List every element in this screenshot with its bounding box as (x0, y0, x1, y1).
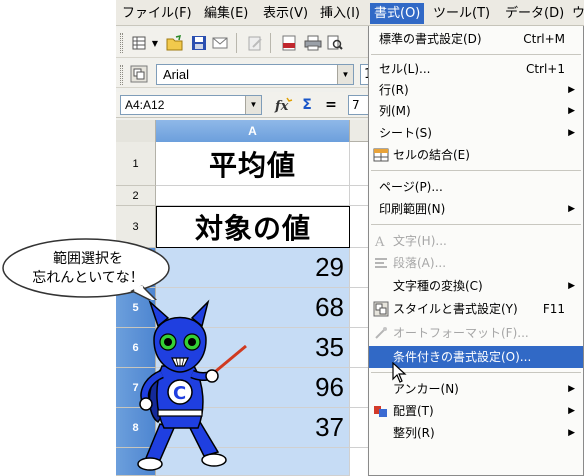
menu-edit[interactable]: 編集(E) (200, 3, 252, 24)
format-menu-dropdown: 標準の書式設定(D) Ctrl+M セル(L)... Ctrl+1 行(R) ▶… (368, 26, 584, 476)
menu-item-paragraph[interactable]: 段落(A)... (369, 252, 583, 274)
cell-a3[interactable]: 対象の値 (156, 206, 350, 248)
page-preview-icon[interactable] (324, 32, 346, 54)
menu-item-print-ranges[interactable]: 印刷範囲(N) ▶ (369, 198, 583, 220)
arrange-icon (374, 406, 387, 417)
font-name-box[interactable]: Arial ▼ (156, 64, 354, 85)
row-header[interactable]: 2 (116, 186, 156, 206)
submenu-arrow-icon: ▶ (568, 128, 575, 138)
mouse-pointer-icon (392, 362, 407, 383)
character-icon: A (374, 235, 385, 249)
toolbar-grip[interactable] (120, 65, 123, 85)
export-pdf-icon[interactable] (278, 32, 300, 54)
submenu-arrow-icon: ▶ (568, 204, 575, 214)
menu-format[interactable]: 書式(O) (370, 3, 425, 24)
cell-a1[interactable]: 平均値 (156, 142, 350, 186)
menu-item-merge-cells[interactable]: セルの結合(E) (369, 144, 583, 166)
paragraph-icon (375, 258, 387, 268)
submenu-arrow-icon: ▶ (568, 281, 575, 291)
menu-bar: ファイル(F) 編集(E) 表示(V) 挿入(I) 書式(O) ツール(T) デ… (116, 0, 584, 26)
font-name-value: Arial (163, 67, 190, 82)
save-icon[interactable] (188, 32, 210, 54)
menu-item-page[interactable]: ページ(P)... (369, 176, 583, 198)
menu-window[interactable]: ウ (568, 3, 584, 24)
menu-file[interactable]: ファイル(F) (118, 3, 196, 24)
menu-item-autoformat[interactable]: オートフォーマット(F)... (369, 322, 583, 344)
row-header[interactable]: 1 (116, 142, 156, 186)
svg-text:C: C (173, 383, 186, 404)
menu-view[interactable]: 表示(V) (259, 3, 312, 24)
menu-item-alignment[interactable]: 整列(R) ▶ (369, 422, 583, 444)
new-document-icon[interactable] (128, 32, 150, 54)
toolbar-separator (270, 33, 271, 53)
stylist-icon (373, 301, 389, 317)
open-folder-icon[interactable] (164, 32, 186, 54)
edit-file-icon[interactable] (244, 32, 266, 54)
merge-cells-icon (373, 148, 389, 162)
toolbar-separator (236, 33, 237, 53)
submenu-arrow-icon: ▶ (568, 384, 575, 394)
name-box[interactable]: A4:A12 ▼ (120, 95, 262, 115)
autoformat-icon (375, 327, 387, 339)
menu-separator (371, 170, 581, 171)
menu-item-arrange[interactable]: 配置(T) ▶ (369, 400, 583, 422)
submenu-arrow-icon: ▶ (568, 85, 575, 95)
menu-item-default-formatting[interactable]: 標準の書式設定(D) Ctrl+M (369, 28, 583, 50)
name-box-dropdown-icon[interactable]: ▼ (245, 96, 261, 114)
menu-item-cells[interactable]: セル(L)... Ctrl+1 (369, 58, 583, 80)
submenu-arrow-icon: ▶ (568, 406, 575, 416)
select-all-corner[interactable] (116, 120, 156, 142)
speech-bubble-text: 範囲選択を 忘れんといてな！ (10, 250, 166, 288)
menu-item-character[interactable]: A 文字(H)... (369, 230, 583, 252)
email-icon[interactable] (210, 32, 232, 54)
menu-item-change-case[interactable]: 文字種の変換(C) ▶ (369, 275, 583, 297)
svg-text:A: A (374, 235, 385, 249)
new-dropdown-arrow-icon[interactable]: ▼ (149, 32, 161, 54)
cell-a2[interactable] (156, 186, 350, 206)
font-dropdown-icon[interactable]: ▼ (337, 65, 353, 84)
name-box-value: A4:A12 (125, 98, 165, 112)
menu-data[interactable]: データ(D) (501, 3, 568, 24)
menu-item-row[interactable]: 行(R) ▶ (369, 79, 583, 101)
menu-insert[interactable]: 挿入(I) (316, 3, 364, 24)
menu-item-styles-formatting[interactable]: スタイルと書式設定(Y) F11 (369, 298, 583, 320)
menu-item-column[interactable]: 列(M) ▶ (369, 100, 583, 122)
function-wizard-icon[interactable]: fx (272, 95, 294, 115)
menu-item-sheet[interactable]: シート(S) ▶ (369, 122, 583, 144)
menu-separator (371, 224, 581, 225)
svg-text:fx: fx (274, 99, 289, 114)
sum-icon[interactable]: Σ (296, 95, 318, 115)
menu-separator (371, 54, 581, 55)
speech-bubble: 範囲選択を 忘れんといてな！ (0, 236, 174, 300)
bubble-line-1: 範囲選択を (53, 251, 123, 267)
toolbar-grip[interactable] (120, 33, 123, 53)
column-header-a[interactable]: A (156, 120, 350, 142)
menu-tools[interactable]: ツール(T) (429, 3, 494, 24)
mascot-character: C (137, 299, 247, 471)
submenu-arrow-icon: ▶ (568, 428, 575, 438)
formula-input-value: 7 (352, 98, 360, 112)
stylist-icon[interactable] (128, 63, 150, 85)
print-icon[interactable] (302, 32, 324, 54)
cell-a4[interactable]: 29 (156, 248, 350, 288)
function-equals-icon[interactable]: = (320, 95, 342, 115)
submenu-arrow-icon: ▶ (568, 106, 575, 116)
bubble-line-2: 忘れんといてな！ (32, 270, 144, 286)
